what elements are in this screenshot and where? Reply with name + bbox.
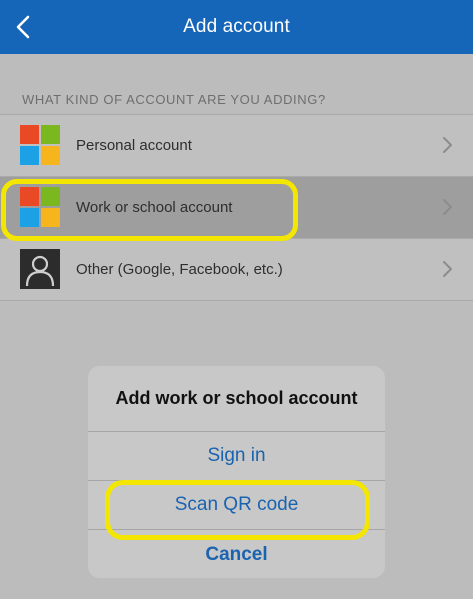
section-label: WHAT KIND OF ACCOUNT ARE YOU ADDING? — [22, 92, 326, 107]
page-title: Add account — [183, 16, 290, 37]
chevron-right-icon — [443, 199, 452, 215]
highlight-annotation — [1, 179, 298, 241]
highlight-annotation — [105, 480, 370, 540]
account-row-label: Personal account — [76, 137, 192, 154]
sign-in-button[interactable]: Sign in — [88, 432, 385, 481]
back-button[interactable] — [10, 13, 36, 41]
microsoft-logo-icon — [20, 125, 60, 165]
chevron-left-icon — [16, 15, 30, 39]
account-row-other[interactable]: Other (Google, Facebook, etc.) — [0, 239, 473, 301]
account-row-label: Other (Google, Facebook, etc.) — [76, 261, 283, 278]
person-icon — [20, 249, 60, 289]
chevron-right-icon — [443, 137, 452, 153]
action-sheet-title: Add work or school account — [88, 366, 385, 432]
app-header: Add account — [0, 0, 473, 54]
account-row-personal[interactable]: Personal account — [0, 115, 473, 177]
action-sheet: Add work or school account Sign in Scan … — [88, 366, 385, 578]
chevron-right-icon — [443, 261, 452, 277]
